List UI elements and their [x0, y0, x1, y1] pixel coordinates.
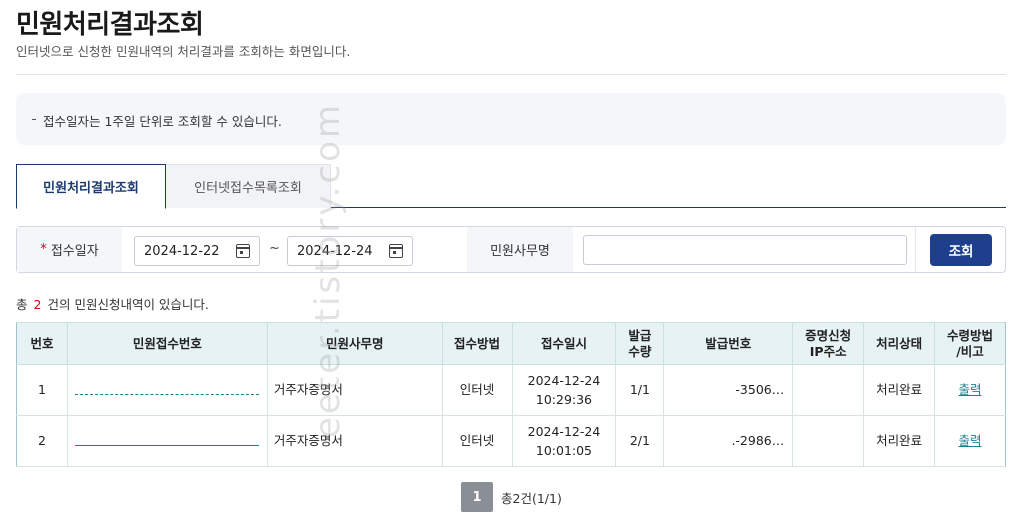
calendar-icon[interactable]: [236, 244, 250, 258]
page-current-button[interactable]: 1: [461, 482, 493, 512]
cell-action: 출력: [934, 364, 1006, 416]
cell-datetime: 2024-12-24 10:29:36: [511, 364, 617, 416]
tab-bar: 민원처리결과조회 인터넷접수목록조회: [16, 164, 1006, 209]
page-total-text: 총2건(1/1): [501, 490, 562, 506]
cell-status: 처리완료: [863, 415, 936, 467]
cell-receipt-no[interactable]: [66, 415, 268, 467]
cell-receipt-no[interactable]: [66, 364, 268, 416]
cell-ip: [792, 415, 865, 467]
cell-qty: 2/1: [615, 415, 665, 467]
title-divider: [16, 74, 1006, 75]
cell-issue-no: .-2986…: [663, 415, 794, 467]
pagination: 1 총2건(1/1): [461, 482, 562, 512]
cell-datetime: 2024-12-24 10:01:05: [511, 415, 617, 467]
tab-result-inquiry[interactable]: 민원처리결과조회: [16, 164, 166, 209]
receipt-no-link[interactable]: [75, 438, 260, 446]
cell-no: 1: [16, 364, 68, 416]
date-end-input[interactable]: 2024-12-24: [287, 236, 413, 266]
cell-status: 처리완료: [863, 364, 936, 416]
col-header-no: 번호: [16, 322, 68, 365]
col-header-datetime: 접수일시: [511, 322, 617, 365]
col-header-receipt-no: 민원접수번호: [66, 322, 268, 365]
cell-no: 2: [16, 415, 68, 467]
notice-text: 접수일자는 1주일 단위로 조회할 수 있습니다.: [43, 114, 282, 129]
cell-office: 거주자증명서: [266, 415, 443, 467]
table-header-row: 번호 민원접수번호 민원사무명 접수방법 접수일시 발급 수량 발급번호 증명신…: [16, 322, 1006, 365]
col-header-ip: 증명신청 IP주소: [792, 322, 865, 365]
cell-ip: [792, 364, 865, 416]
col-header-qty: 발급 수량: [615, 322, 665, 365]
search-button[interactable]: 조회: [930, 234, 992, 266]
date-start-input[interactable]: 2024-12-22: [134, 236, 260, 266]
result-table: 번호 민원접수번호 민원사무명 접수방법 접수일시 발급 수량 발급번호 증명신…: [16, 322, 1006, 467]
receipt-no-link[interactable]: [75, 387, 260, 395]
col-header-office: 민원사무명: [266, 322, 443, 365]
date-label: 접수일자: [50, 244, 99, 259]
cell-method: 인터넷: [441, 364, 513, 416]
page-title: 민원처리결과조회: [16, 10, 204, 40]
col-header-status: 처리상태: [863, 322, 936, 365]
result-count-prefix: 총: [16, 297, 28, 312]
office-label-cell: 민원사무명: [467, 227, 573, 272]
cell-time: 10:29:36: [535, 392, 593, 407]
date-start-value: 2024-12-22: [144, 243, 220, 259]
cell-date: 2024-12-24: [527, 423, 601, 439]
date-label-cell: * 접수일자: [17, 227, 122, 272]
cell-date: 2024-12-24: [527, 372, 601, 388]
col-header-method: 접수방법: [441, 322, 513, 365]
search-panel: * 접수일자 2024-12-22 ~ 2024-12-24 민원사무명 조회: [16, 226, 1006, 273]
office-label: 민원사무명: [490, 244, 550, 259]
print-link[interactable]: 출력: [959, 433, 982, 448]
cell-issue-no: -3506…: [663, 364, 794, 416]
notice-item: 접수일자는 1주일 단위로 조회할 수 있습니다.: [32, 111, 282, 130]
tab-internet-receipt-list[interactable]: 인터넷접수목록조회: [166, 164, 331, 208]
required-star: *: [40, 242, 47, 257]
office-name-input[interactable]: [583, 235, 907, 265]
notice-box: 접수일자는 1주일 단위로 조회할 수 있습니다.: [16, 93, 1006, 145]
range-separator: ~: [269, 241, 280, 256]
result-count: 총 2 건의 민원신청내역이 있습니다.: [16, 294, 209, 313]
cell-office: 거주자증명서: [266, 364, 443, 416]
col-header-issue-no: 발급번호: [663, 322, 794, 365]
search-divider: [915, 227, 916, 272]
date-end-value: 2024-12-24: [297, 243, 373, 259]
table-row: 2 거주자증명서 인터넷 2024-12-24 10:01:05 2/1 .-29…: [16, 415, 1006, 467]
page-subtitle: 인터넷으로 신청한 민원내역의 처리결과를 조회하는 화면입니다.: [16, 44, 351, 59]
table-row: 1 거주자증명서 인터넷 2024-12-24 10:29:36 1/1 -350…: [16, 364, 1006, 416]
result-count-number: 2: [33, 297, 42, 312]
col-header-receive: 수령방법 /비고: [934, 322, 1006, 365]
result-count-suffix: 건의 민원신청내역이 있습니다.: [47, 297, 209, 312]
cell-action: 출력: [934, 415, 1006, 467]
cell-qty: 1/1: [615, 364, 665, 416]
print-link[interactable]: 출력: [959, 382, 982, 397]
calendar-icon[interactable]: [389, 244, 403, 258]
cell-method: 인터넷: [441, 415, 513, 467]
bullet-icon: [32, 119, 36, 120]
cell-time: 10:01:05: [535, 443, 593, 458]
